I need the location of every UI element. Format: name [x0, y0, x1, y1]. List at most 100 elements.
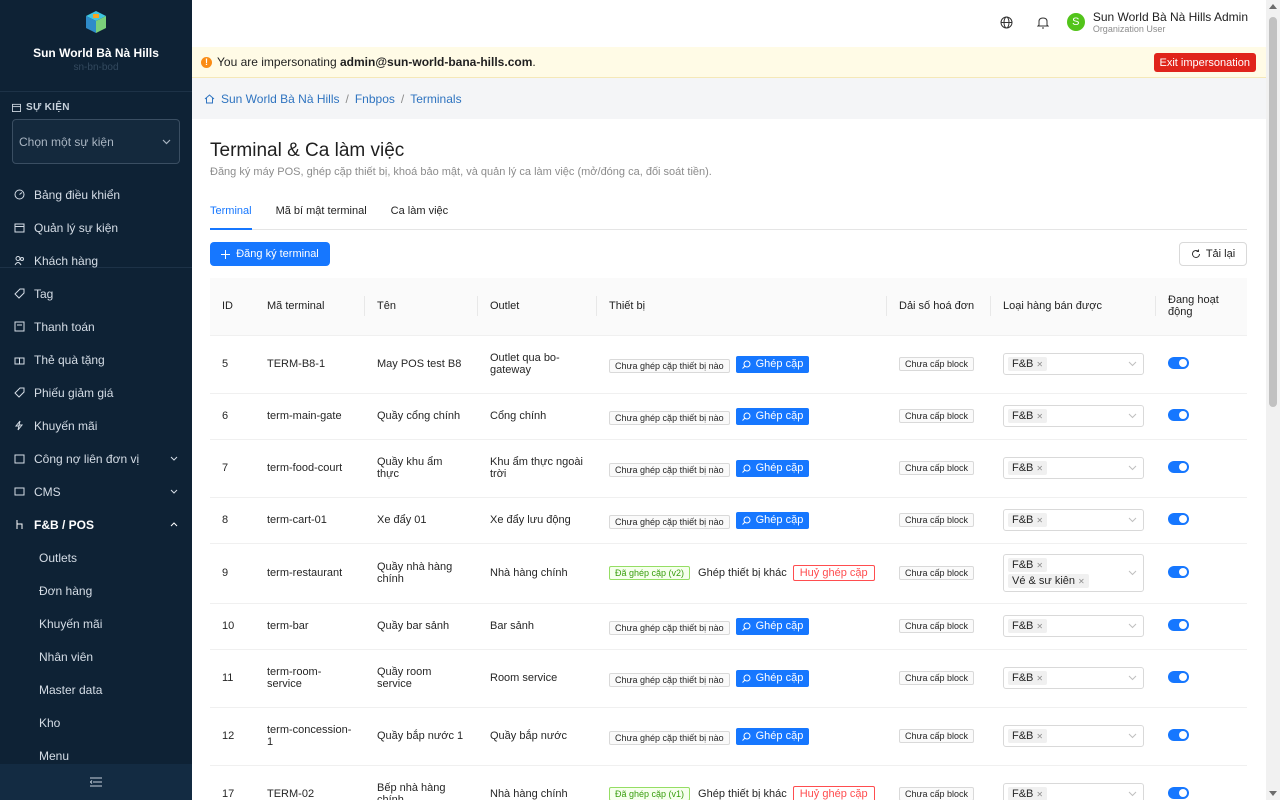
category-select[interactable]: F&B ✕ Vé & sư kiên ✕ — [1003, 554, 1144, 592]
pair-button[interactable]: Ghép cặp — [735, 669, 810, 687]
scroll-up-arrow[interactable] — [1269, 4, 1277, 9]
remove-tag-icon[interactable]: ✕ — [1036, 622, 1043, 631]
scroll-down-arrow[interactable] — [1269, 791, 1277, 796]
search-icon — [741, 360, 751, 369]
scroll-thumb[interactable] — [1269, 17, 1277, 407]
gift-icon — [14, 354, 25, 365]
breadcrumb-fnbpos[interactable]: Fnbpos — [355, 92, 395, 106]
cell-invoice-range: Chưa cấp block — [887, 393, 991, 440]
category-select[interactable]: F&B ✕ — [1003, 615, 1144, 637]
sidebar-item-dashboard[interactable]: Bảng điều khiển — [0, 178, 192, 211]
remove-tag-icon[interactable]: ✕ — [1036, 360, 1043, 369]
block-tag: Chưa cấp block — [899, 566, 975, 580]
sidebar-subitem-promotions[interactable]: Khuyến mãi — [0, 607, 192, 640]
category-tag-label: F&B — [1012, 788, 1034, 800]
tab-shifts[interactable]: Ca làm việc — [391, 205, 448, 230]
remove-tag-icon[interactable]: ✕ — [1036, 516, 1043, 525]
language-button[interactable] — [989, 16, 1025, 29]
active-toggle[interactable] — [1168, 408, 1189, 421]
active-toggle[interactable] — [1168, 356, 1189, 369]
sidebar-subitem-outlets[interactable]: Outlets — [0, 541, 192, 574]
col-active[interactable]: Đang hoạt động — [1156, 278, 1247, 336]
sidebar-item-promotion[interactable]: Khuyến mãi — [0, 409, 192, 442]
cell-active — [1156, 439, 1247, 498]
remove-tag-icon[interactable]: ✕ — [1036, 561, 1043, 570]
col-categories[interactable]: Loại hàng bán được — [991, 278, 1156, 336]
search-icon — [741, 516, 751, 525]
pair-button[interactable]: Ghép cặp — [735, 459, 810, 477]
remove-tag-icon[interactable]: ✕ — [1036, 674, 1043, 683]
cell-invoice-range: Chưa cấp block — [887, 603, 991, 650]
sidebar-subitem-staff[interactable]: Nhân viên — [0, 640, 192, 673]
remove-tag-icon[interactable]: ✕ — [1036, 732, 1043, 741]
col-code[interactable]: Mã terminal — [255, 278, 365, 336]
col-device[interactable]: Thiết bị — [597, 278, 887, 336]
cell-code: term-restaurant — [255, 543, 365, 604]
pair-button[interactable]: Ghép cặp — [735, 355, 810, 373]
sidebar-collapse-button[interactable] — [0, 764, 192, 800]
cell-active — [1156, 649, 1247, 708]
register-terminal-button[interactable]: Đăng ký terminal — [210, 242, 330, 266]
pair-other-device-button[interactable]: Ghép thiết bị khác — [698, 788, 787, 800]
sidebar-item-tag[interactable]: Tag — [0, 277, 192, 310]
pair-other-device-button[interactable]: Ghép thiết bị khác — [698, 567, 787, 579]
category-select[interactable]: F&B ✕ — [1003, 667, 1144, 689]
sidebar-item-cms[interactable]: CMS — [0, 475, 192, 508]
sidebar-item-payment[interactable]: Thanh toán — [0, 310, 192, 343]
exit-impersonation-button[interactable]: Exit impersonation — [1153, 53, 1256, 72]
sidebar-subitem-warehouse[interactable]: Kho — [0, 706, 192, 739]
category-tag: F&B ✕ — [1008, 513, 1048, 527]
event-select[interactable]: Chọn một sự kiện — [12, 119, 180, 164]
sidebar-item-fnb-pos[interactable]: F&B / POS — [0, 508, 192, 541]
user-menu[interactable]: S Sun World Bà Nà Hills Admin Organizati… — [1066, 10, 1248, 34]
remove-tag-icon[interactable]: ✕ — [1078, 577, 1085, 586]
breadcrumb-org[interactable]: Sun World Bà Nà Hills — [221, 92, 340, 106]
cell-code: term-concession-1 — [255, 707, 365, 766]
event-select-placeholder: Chọn một sự kiện — [19, 134, 114, 149]
category-select[interactable]: F&B ✕ — [1003, 457, 1144, 479]
tab-terminal-secret[interactable]: Mã bí mật terminal — [276, 205, 367, 230]
remove-tag-icon[interactable]: ✕ — [1036, 464, 1043, 473]
category-select[interactable]: F&B ✕ — [1003, 405, 1144, 427]
col-name[interactable]: Tên — [365, 278, 478, 336]
remove-tag-icon[interactable]: ✕ — [1036, 790, 1043, 799]
sidebar-item-gift-card[interactable]: Thẻ quà tặng — [0, 343, 192, 376]
pair-button[interactable]: Ghép cặp — [735, 617, 810, 635]
category-select[interactable]: F&B ✕ — [1003, 725, 1144, 747]
col-outlet[interactable]: Outlet — [478, 278, 597, 336]
col-id[interactable]: ID — [210, 278, 255, 336]
pair-button[interactable]: Ghép cặp — [735, 727, 810, 745]
active-toggle[interactable] — [1168, 728, 1189, 741]
sidebar-item-customers[interactable]: Khách hàng — [0, 244, 192, 277]
breadcrumb-terminals[interactable]: Terminals — [410, 92, 461, 106]
page-scrollbar[interactable] — [1266, 0, 1280, 800]
sidebar-item-label: Phiếu giảm giá — [34, 385, 114, 400]
notifications-button[interactable] — [1025, 16, 1061, 29]
chevron-down-icon — [1128, 517, 1137, 523]
sidebar-subitem-orders[interactable]: Đơn hàng — [0, 574, 192, 607]
pair-button[interactable]: Ghép cặp — [735, 407, 810, 425]
active-toggle[interactable] — [1168, 512, 1189, 525]
unpair-button[interactable]: Huỷ ghép cặp — [792, 786, 875, 800]
category-select[interactable]: F&B ✕ — [1003, 783, 1144, 800]
sidebar-item-debt[interactable]: Công nợ liên đơn vị — [0, 442, 192, 475]
active-toggle[interactable] — [1168, 786, 1189, 799]
unpair-button[interactable]: Huỷ ghép cặp — [792, 565, 875, 581]
sidebar-item-events[interactable]: Quản lý sự kiện — [0, 211, 192, 244]
reload-button[interactable]: Tải lại — [1179, 242, 1247, 266]
category-select[interactable]: F&B ✕ — [1003, 509, 1144, 531]
sidebar-subitem-master-data[interactable]: Master data — [0, 673, 192, 706]
active-toggle[interactable] — [1168, 565, 1189, 578]
col-invoice-range[interactable]: Dải số hoá đơn — [887, 278, 991, 336]
remove-tag-icon[interactable]: ✕ — [1036, 412, 1043, 421]
category-select[interactable]: F&B ✕ — [1003, 353, 1144, 375]
pair-button[interactable]: Ghép cặp — [735, 511, 810, 529]
active-toggle[interactable] — [1168, 618, 1189, 631]
active-toggle[interactable] — [1168, 460, 1189, 473]
cell-device: Chưa ghép cặp thiết bị nào Ghép cặp — [597, 603, 887, 650]
cell-device: Chưa ghép cặp thiết bị nào Ghép cặp — [597, 649, 887, 708]
active-toggle[interactable] — [1168, 670, 1189, 683]
sidebar: Sun World Bà Nà Hills sn-bn-bod SỰ KIỆN … — [0, 0, 192, 800]
sidebar-item-coupon[interactable]: Phiếu giảm giá — [0, 376, 192, 409]
tab-terminal[interactable]: Terminal — [210, 205, 252, 230]
